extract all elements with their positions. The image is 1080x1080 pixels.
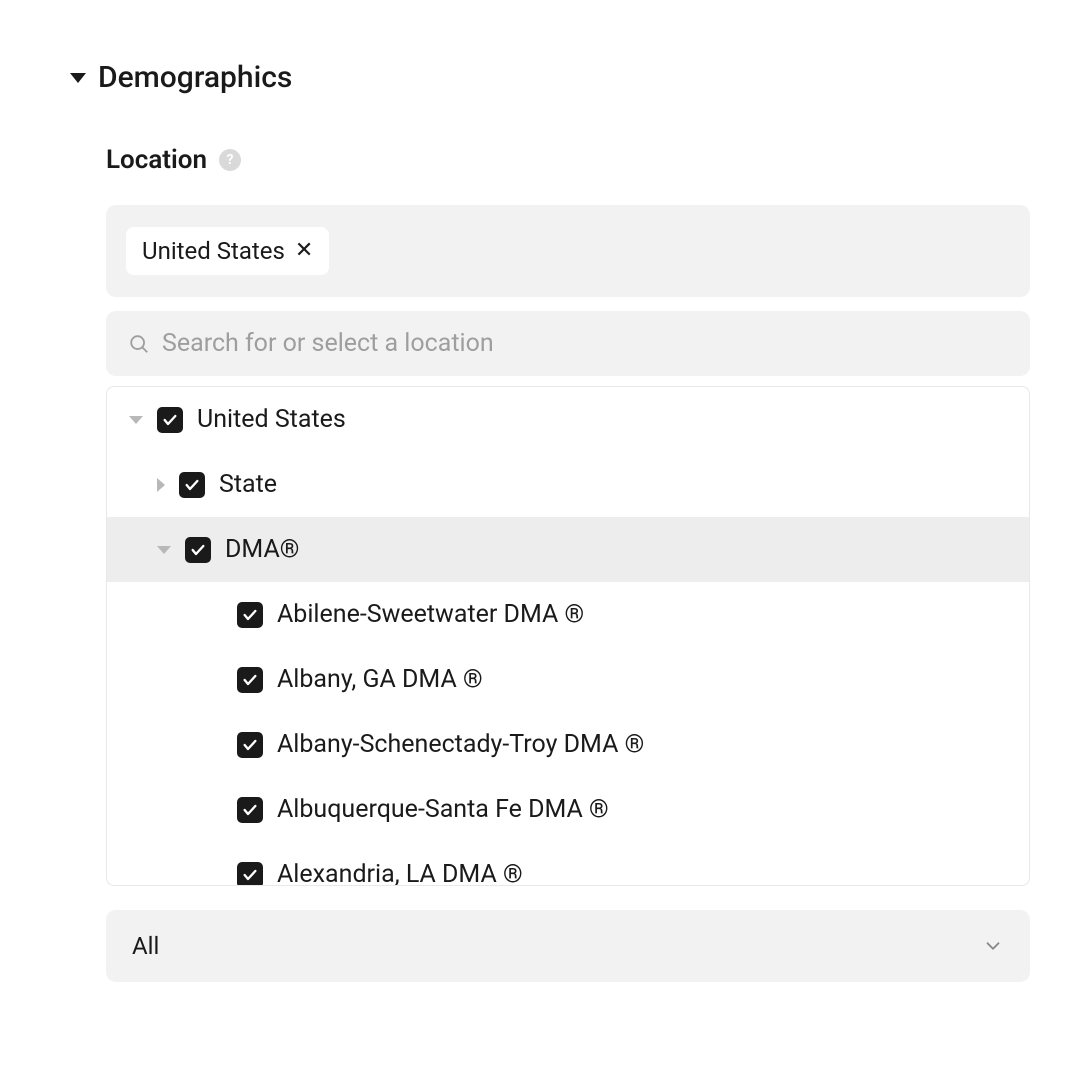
checkbox-dma[interactable] [185, 537, 211, 563]
tree-label: State [219, 470, 277, 499]
checkmark-icon [242, 737, 258, 753]
tree-label: Albuquerque-Santa Fe DMA ® [277, 795, 609, 824]
tree-label: Alexandria, LA DMA ® [277, 860, 523, 886]
chip-label: United States [142, 237, 285, 265]
location-search-input[interactable] [162, 329, 1008, 358]
checkmark-icon [184, 477, 200, 493]
section-title: Demographics [98, 60, 292, 95]
search-icon [128, 333, 150, 355]
location-label-row: Location ? [106, 145, 1030, 175]
tree-label: Albany-Schenectady-Troy DMA ® [277, 730, 644, 759]
location-tree-panel: United States State DMA® Abilene-Sweetwa… [106, 386, 1030, 886]
tree-row-state[interactable]: State [107, 452, 1029, 517]
chevron-down-icon [982, 935, 1004, 957]
tree-row-dma-item[interactable]: Albuquerque-Santa Fe DMA ® [107, 777, 1029, 842]
tree-row-dma-item[interactable]: Alexandria, LA DMA ® [107, 842, 1029, 886]
checkbox-dma-item[interactable] [237, 862, 263, 887]
location-chip-united-states[interactable]: United States ✕ [126, 227, 329, 275]
dropdown-value: All [132, 932, 159, 960]
checkmark-icon [242, 802, 258, 818]
selected-locations-container: United States ✕ [106, 205, 1030, 297]
tree-row-united-states[interactable]: United States [107, 387, 1029, 452]
checkbox-united-states[interactable] [157, 407, 183, 433]
checkmark-icon [162, 412, 178, 428]
checkbox-dma-item[interactable] [237, 667, 263, 693]
tree-label: DMA® [225, 535, 299, 564]
help-icon[interactable]: ? [219, 149, 241, 171]
tree-label: United States [197, 405, 346, 434]
checkmark-icon [242, 607, 258, 623]
checkbox-dma-item[interactable] [237, 797, 263, 823]
location-label: Location [106, 145, 207, 175]
demographics-section-header[interactable]: Demographics [70, 60, 1030, 95]
location-search-box[interactable] [106, 311, 1030, 376]
tree-label: Albany, GA DMA ® [277, 665, 483, 694]
chevron-down-icon[interactable] [129, 416, 143, 424]
chevron-right-icon[interactable] [157, 478, 165, 492]
close-icon[interactable]: ✕ [295, 240, 313, 262]
checkmark-icon [242, 867, 258, 883]
checkmark-icon [242, 672, 258, 688]
checkbox-dma-item[interactable] [237, 602, 263, 628]
checkbox-state[interactable] [179, 472, 205, 498]
tree-row-dma-item[interactable]: Albany, GA DMA ® [107, 647, 1029, 712]
checkbox-dma-item[interactable] [237, 732, 263, 758]
tree-label: Abilene-Sweetwater DMA ® [277, 600, 584, 629]
checkmark-icon [190, 542, 206, 558]
tree-row-dma-item[interactable]: Albany-Schenectady-Troy DMA ® [107, 712, 1029, 777]
location-filter-dropdown[interactable]: All [106, 910, 1030, 982]
chevron-down-icon[interactable] [157, 546, 171, 554]
tree-row-dma[interactable]: DMA® [107, 517, 1029, 582]
caret-down-icon [70, 73, 86, 83]
tree-row-dma-item[interactable]: Abilene-Sweetwater DMA ® [107, 582, 1029, 647]
